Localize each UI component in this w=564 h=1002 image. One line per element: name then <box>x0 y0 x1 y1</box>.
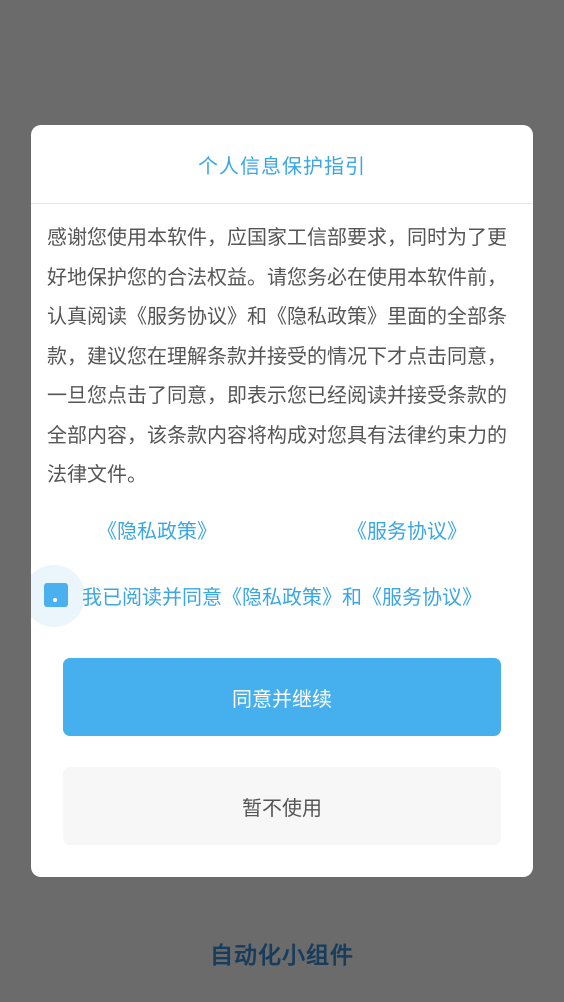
privacy-policy-link[interactable]: 《隐私政策》 <box>97 515 217 544</box>
dialog-title: 个人信息保护指引 <box>198 153 366 178</box>
decline-button[interactable]: 暂不使用 <box>63 767 501 845</box>
service-agreement-link[interactable]: 《服务协议》 <box>347 515 467 544</box>
screen: 自动化小组件 个人信息保护指引 感谢您使用本软件，应国家工信部要求，同时为了更好… <box>0 0 564 1002</box>
app-title: 自动化小组件 <box>210 943 354 969</box>
consent-checkbox[interactable] <box>44 583 68 607</box>
dialog-body: 感谢您使用本软件，应国家工信部要求，同时为了更好地保护您的合法权益。请您务必在使… <box>31 204 533 495</box>
privacy-dialog: 个人信息保护指引 感谢您使用本软件，应国家工信部要求，同时为了更好地保护您的合法… <box>31 125 533 877</box>
agreement-links: 《隐私政策》 《服务协议》 <box>31 515 533 549</box>
dialog-header: 个人信息保护指引 <box>31 125 533 204</box>
consent-row: 我已阅读并同意《隐私政策》和《服务协议》 <box>31 565 533 627</box>
agree-button[interactable]: 同意并继续 <box>63 658 501 736</box>
consent-label[interactable]: 我已阅读并同意《隐私政策》和《服务协议》 <box>82 581 482 610</box>
agreement-text: 感谢您使用本软件，应国家工信部要求，同时为了更好地保护您的合法权益。请您务必在使… <box>47 225 507 486</box>
check-icon <box>53 598 57 602</box>
